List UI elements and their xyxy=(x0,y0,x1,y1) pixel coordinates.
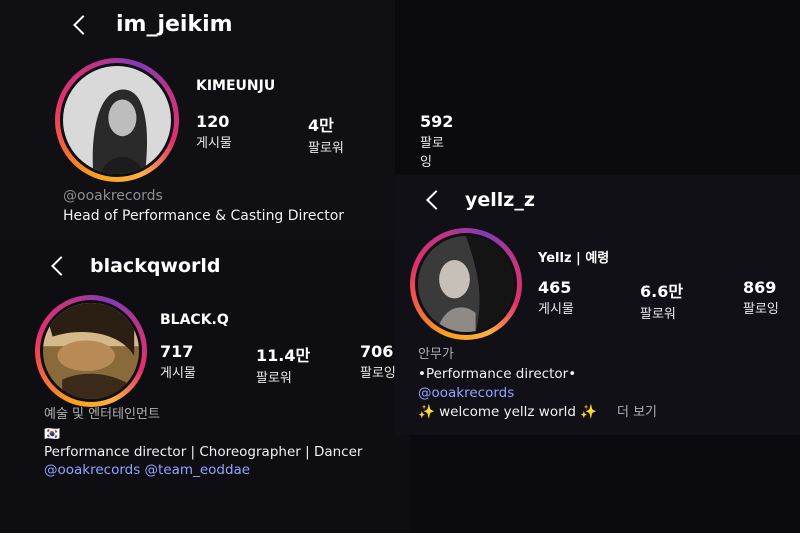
stat-followers[interactable]: 6.6만 팔로워 xyxy=(640,278,683,322)
stat-posts[interactable]: 717 게시물 xyxy=(160,342,196,381)
back-chevron-icon[interactable] xyxy=(73,14,93,35)
stat-posts[interactable]: 120 게시물 xyxy=(196,112,232,151)
stat-label: 팔로워 xyxy=(256,371,292,386)
username: blackqworld xyxy=(90,255,221,277)
back-chevron-icon[interactable] xyxy=(51,256,71,276)
stat-label: 게시물 xyxy=(196,136,232,151)
profile-panel-yellz-z: yellz_z Yellz | 예령 465 게시물 6.6만 팔로워 869 … xyxy=(395,175,800,435)
stat-value: 592 xyxy=(420,112,454,131)
username: yellz_z xyxy=(465,189,535,211)
stat-label: 팔로잉 xyxy=(743,302,779,317)
display-name: KIMEUNJU xyxy=(196,78,276,94)
avatar-story-ring[interactable] xyxy=(55,58,179,182)
profile-header: yellz_z xyxy=(423,189,535,211)
stat-label: 게시물 xyxy=(538,302,574,317)
bio-links[interactable]: @ooakrecords @team_eoddae xyxy=(44,461,250,480)
stat-label: 팔로워 xyxy=(308,141,344,156)
stat-label: 팔로잉 xyxy=(420,136,444,170)
more-link[interactable]: 더 보기 xyxy=(617,403,657,422)
back-chevron-icon[interactable] xyxy=(426,190,446,210)
category-label: 안무가 xyxy=(418,347,454,362)
stat-following[interactable]: 869 팔로잉 xyxy=(743,278,779,317)
bio-line: •Performance director• xyxy=(418,366,577,382)
profile-panel-blackqworld: blackqworld BLACK.Q 717 게시물 11.4만 팔로워 70… xyxy=(0,240,410,533)
flag-emoji: 🇰🇷 xyxy=(44,427,61,442)
category-label: 예술 및 엔터테인먼트 xyxy=(44,407,160,422)
profile-header: im_jeikim xyxy=(70,12,233,37)
stat-label: 게시물 xyxy=(160,366,196,381)
stat-following[interactable]: 706 팔로잉 xyxy=(360,342,396,381)
bio-line: ✨ welcome yellz world ✨ xyxy=(418,404,598,420)
avatar xyxy=(43,303,139,399)
bio-text: Performance director | Choreographer | D… xyxy=(44,444,363,460)
stat-value: 120 xyxy=(196,112,230,131)
avatar-story-ring[interactable] xyxy=(410,228,522,340)
stat-posts[interactable]: 465 게시물 xyxy=(538,278,574,317)
stat-label: 팔로잉 xyxy=(360,366,396,381)
bio-link[interactable]: @ooakrecords xyxy=(63,187,163,206)
display-name: BLACK.Q xyxy=(160,312,229,328)
stat-followers[interactable]: 4만 팔로워 xyxy=(308,112,344,156)
display-name: Yellz | 예령 xyxy=(538,251,610,266)
stat-value: 6.6만 xyxy=(640,282,684,301)
avatar xyxy=(418,236,514,332)
stat-value: 465 xyxy=(538,278,572,297)
username: im_jeikim xyxy=(116,12,233,37)
stat-value: 4만 xyxy=(308,116,334,135)
stat-value: 11.4만 xyxy=(256,346,311,365)
stat-following[interactable]: 592 팔로잉 xyxy=(420,112,453,170)
stat-value: 717 xyxy=(160,342,194,361)
profile-header: blackqworld xyxy=(48,255,221,277)
stat-followers[interactable]: 11.4만 팔로워 xyxy=(256,342,310,386)
stat-label: 팔로워 xyxy=(640,307,676,322)
stat-value: 869 xyxy=(743,278,777,297)
stat-value: 706 xyxy=(360,342,394,361)
avatar-story-ring[interactable] xyxy=(35,295,147,407)
avatar xyxy=(63,66,171,174)
profile-panel-im-jeikim: im_jeikim KIMEUNJU 120 게시물 4만 팔로워 592 팔로… xyxy=(0,0,453,250)
bio-text: Head of Performance & Casting Director xyxy=(63,208,345,224)
bio-link[interactable]: @ooakrecords xyxy=(418,384,514,403)
